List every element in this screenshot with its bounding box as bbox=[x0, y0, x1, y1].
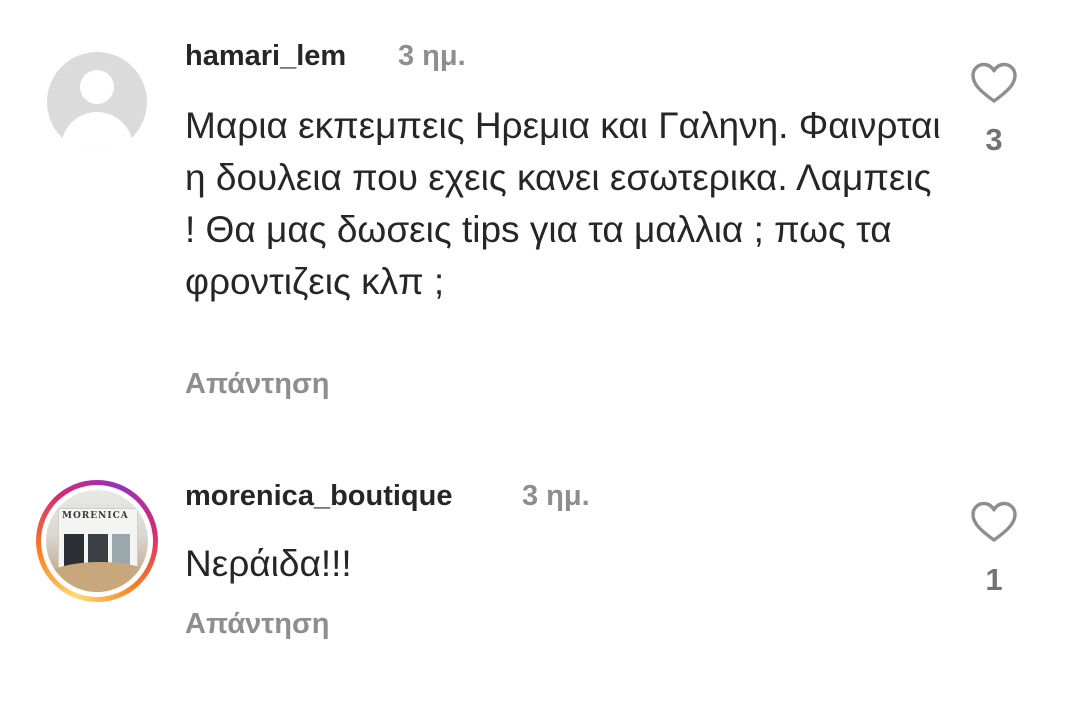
avatar-shoulders-shape bbox=[61, 112, 133, 152]
comment-text: Μαρια εκπεμπεις Ηρεμια και Γαληνη. Φαινρ… bbox=[185, 105, 941, 302]
comment-text: Νεράιδα!!! bbox=[185, 543, 352, 584]
photo-grass bbox=[46, 562, 148, 592]
heart-outline-icon[interactable] bbox=[966, 56, 1022, 112]
comment-timestamp: 3 ημ. bbox=[522, 480, 590, 512]
photo-logo-text: MORENICA bbox=[62, 511, 129, 521]
avatar-head-shape bbox=[80, 70, 114, 104]
default-avatar-icon[interactable] bbox=[47, 52, 147, 152]
like-count: 3 bbox=[985, 122, 1003, 157]
profile-photo: MORENICA bbox=[46, 490, 148, 592]
photo-window bbox=[64, 534, 84, 566]
like-count: 1 bbox=[985, 562, 1003, 597]
reply-button[interactable]: Απάντηση bbox=[185, 608, 330, 641]
like-heart-svg bbox=[971, 62, 1017, 103]
like-heart-svg bbox=[971, 501, 1017, 542]
comment-username[interactable]: hamari_lem bbox=[185, 40, 346, 73]
comment-username[interactable]: morenica_boutique bbox=[185, 480, 453, 513]
reply-button[interactable]: Απάντηση bbox=[185, 368, 330, 401]
comment-item: MORENICA morenica_boutique 3 ημ. Νεράιδα… bbox=[0, 440, 1080, 711]
photo-window bbox=[112, 534, 130, 566]
heart-outline-icon[interactable] bbox=[966, 495, 1022, 551]
story-ring-avatar[interactable]: MORENICA bbox=[36, 480, 158, 602]
comment-item: hamari_lem 3 ημ. Μαρια εκπεμπεις Ηρεμια … bbox=[0, 0, 1080, 440]
comment-timestamp: 3 ημ. bbox=[398, 40, 466, 72]
